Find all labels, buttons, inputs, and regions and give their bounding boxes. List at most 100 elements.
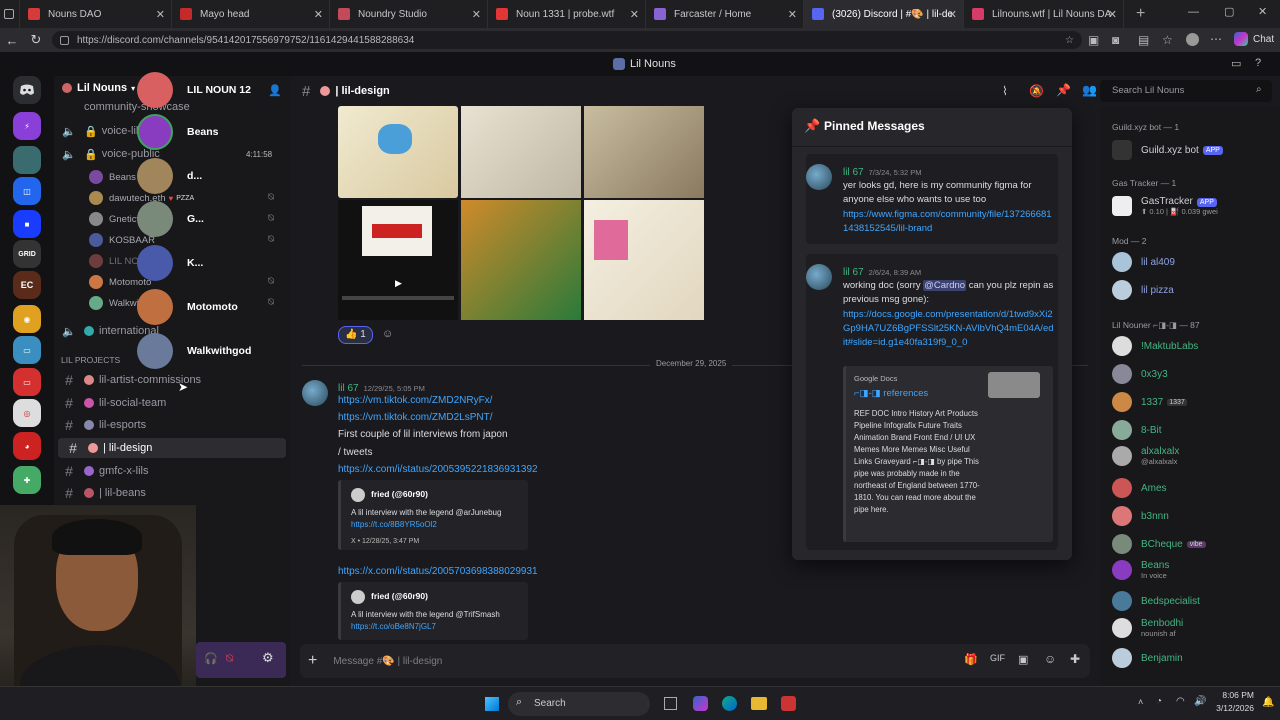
author-name[interactable]: lil 67 [843,267,864,278]
voice-popout-user[interactable]: K... [137,245,203,281]
reaction-thumbs-up[interactable]: 👍 1 [338,326,373,344]
play-icon[interactable]: ▶ [395,278,402,289]
close-icon[interactable]: ✕ [788,8,797,21]
add-member-icon[interactable]: 👤 [268,84,282,97]
voice-popout-user[interactable]: d... [137,158,202,194]
tray-overflow-icon[interactable]: ˄ [1138,697,1143,707]
browser-tab[interactable]: Nouns DAO ✕ [20,0,172,28]
voice-popout-user[interactable]: LIL NOUN 12 [137,72,251,108]
member-row[interactable]: lil pizza [1112,280,1174,300]
embed-author[interactable]: fried (@60r90) [371,489,428,499]
pinned-message[interactable]: lil 67 7/3/24, 5:32 PM yer looks gd, here… [806,154,1058,244]
browser-tab-active[interactable]: (3026) Discord | #🎨 | lil-design | L✕ [804,0,964,28]
server-icon[interactable]: ◎ [13,399,41,427]
browser-tab[interactable]: Noun 1331 | probe.wtf ✕ [488,0,646,28]
clock-date[interactable]: 3/12/2026 [1210,703,1254,713]
server-icon[interactable] [13,146,41,174]
channel-lil-artist-commissions[interactable]: # lil-artist-commissions [54,370,290,390]
video-progress[interactable] [342,296,454,300]
extension-icon[interactable]: ◙ [1112,33,1119,47]
window-close-icon[interactable]: ✕ [1258,5,1267,18]
settings-gear-icon[interactable]: ⚙ [262,650,274,666]
file-explorer-icon[interactable] [751,697,767,710]
voice-popout-user[interactable]: Beans [137,114,219,150]
avatar[interactable] [302,380,328,406]
embed-author[interactable]: fried (@60r90) [371,591,428,601]
start-icon[interactable] [485,697,499,711]
gift-icon[interactable]: 🎁 [964,653,978,666]
member-row[interactable]: Benbodhi nounish af [1112,618,1183,638]
minimize-icon[interactable]: — [1188,6,1199,18]
member-row[interactable]: Guild.xyz bot APP [1112,140,1223,160]
volume-icon[interactable]: 🔊 [1194,696,1206,707]
extension-icon[interactable]: ▤ [1138,33,1149,47]
bookmark-star-icon[interactable]: ☆ [1065,35,1074,46]
member-row[interactable]: BCheque vibe [1112,534,1206,554]
voice-popout-user[interactable]: Motomoto [137,289,238,325]
close-icon[interactable]: ✕ [630,8,639,21]
server-icon[interactable]: ▭ [13,368,41,396]
user-mention[interactable]: @Cardno [923,280,967,291]
embed-link[interactable]: https://t.co/8B8YR5oOl2 [351,520,437,529]
attachment-image[interactable] [584,200,704,320]
embed-title[interactable]: ⌐◨-◨ references [854,388,928,399]
extension-icon[interactable]: ▣ [1088,33,1099,47]
server-header[interactable]: Lil Nouns ▾ [62,82,135,94]
menu-icon[interactable]: ⋯ [1210,32,1222,46]
member-row[interactable]: Benjamin [1112,648,1183,668]
edge-icon[interactable] [722,696,737,711]
browser-tab[interactable]: Farcaster / Home ✕ [646,0,804,28]
gif-icon[interactable]: GIF [990,653,1005,663]
server-icon[interactable]: EC [13,271,41,299]
sticker-icon[interactable]: ▣ [1018,653,1028,666]
notification-bell-icon[interactable]: 🔕 [1029,84,1044,98]
favorites-icon[interactable]: ☆ [1162,33,1173,47]
author-name[interactable]: lil 67 [338,383,359,394]
close-icon[interactable]: ✕ [314,8,323,21]
member-row[interactable]: 1337 1337 [1112,392,1187,412]
notification-bell-icon[interactable]: 🔔 [1262,697,1274,708]
message-link[interactable]: https://vm.tiktok.com/ZMD2LsPNT/ [338,412,492,423]
copilot-icon[interactable] [1234,32,1248,46]
close-icon[interactable]: ✕ [472,8,481,21]
profile-avatar[interactable] [1186,33,1199,46]
server-icon[interactable]: ◫ [13,177,41,205]
member-row[interactable]: !MaktubLabs [1112,336,1198,356]
attachment-image[interactable] [461,106,581,198]
message-input[interactable]: Message #🎨 | lil-design [333,656,442,667]
message-link[interactable]: https://www.figma.com/community/file/137… [843,208,1055,236]
close-icon[interactable]: ✕ [948,8,957,21]
wifi-icon[interactable]: ◠ [1176,696,1185,707]
reload-icon[interactable]: ↻ [24,32,48,48]
inbox-icon[interactable]: ▭ [1231,57,1241,70]
channel-lil-social-team[interactable]: # lil-social-team [54,393,290,413]
deafen-icon[interactable]: 🎧 [204,652,218,665]
tab-actions-icon[interactable] [0,0,20,28]
pinned-message[interactable]: lil 67 2/6/24, 8:39 AM working doc (sorry… [806,254,1058,550]
app-icon[interactable] [781,696,796,711]
voice-popout-user[interactable]: Walkwithgod [137,333,251,369]
channel-lil-esports[interactable]: # lil-esports [54,415,290,435]
new-tab-icon[interactable]: + [1136,0,1145,28]
add-attachment-icon[interactable]: + [308,652,317,670]
server-icon[interactable]: ⚡ [13,112,41,140]
help-icon[interactable]: ? [1255,57,1261,69]
taskbar-search[interactable]: ⌕ Search [508,692,650,716]
server-icon[interactable]: ◕ [13,432,41,460]
member-row[interactable]: 0x3y3 [1112,364,1168,384]
site-info-icon[interactable] [60,35,69,45]
search-box[interactable]: Search Lil Nouns ⌕ [1100,80,1272,102]
message-link[interactable]: https://x.com/i/status/20053952218369313… [338,464,538,475]
emoji-icon[interactable]: ☺ [1044,652,1056,666]
server-icon[interactable]: ◉ [13,305,41,333]
category-header[interactable]: LIL PROJECTS [61,355,120,365]
member-row[interactable]: Bedspecialist [1112,591,1200,611]
tray-icon[interactable]: ◔ [1156,696,1162,707]
member-row[interactable]: alxalxalx @alxalxalx [1112,446,1179,466]
discord-home-icon[interactable] [13,76,41,104]
message-link[interactable]: https://x.com/i/status/20057036983880299… [338,566,538,577]
chat-label[interactable]: Chat [1253,34,1274,45]
channel-lil-design-selected[interactable]: # | lil-design [58,438,286,458]
threads-icon[interactable]: ⌇ [1002,84,1008,98]
member-row[interactable]: b3nnn [1112,506,1169,526]
